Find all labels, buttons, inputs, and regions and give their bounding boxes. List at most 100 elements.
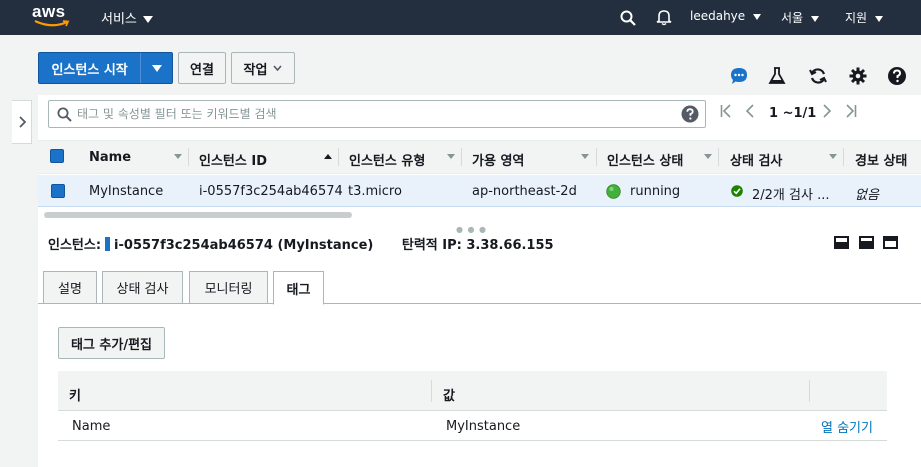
column-divider xyxy=(431,380,432,402)
chevron-down-icon xyxy=(142,16,153,23)
sort-ascending-icon[interactable] xyxy=(324,154,332,159)
sort-icon[interactable] xyxy=(447,154,455,159)
connect-label: 연결 xyxy=(190,62,214,78)
hide-column-link[interactable]: 열 숨기기 xyxy=(821,417,873,436)
tab-tags[interactable]: 태그 xyxy=(273,271,324,305)
connect-button[interactable]: 연결 xyxy=(178,52,226,84)
logo-smile-icon xyxy=(34,20,70,27)
select-all-checkbox[interactable] xyxy=(50,149,64,163)
actions-button[interactable]: 작업 xyxy=(231,52,295,84)
column-divider xyxy=(338,148,339,166)
chevron-down-icon xyxy=(753,13,762,20)
sort-icon[interactable] xyxy=(174,154,182,159)
chevron-down-icon xyxy=(151,64,162,72)
top-navbar: aws 서비스 leedahye 서울 지원 xyxy=(0,0,921,35)
feedback-chat-icon[interactable] xyxy=(729,66,749,86)
row-checkbox[interactable] xyxy=(51,184,65,198)
logo-text: aws xyxy=(32,2,66,21)
column-header-name[interactable]: Name xyxy=(89,150,131,165)
horizontal-scrollbar[interactable] xyxy=(44,212,352,218)
tags-table-header xyxy=(58,371,887,411)
column-divider xyxy=(809,380,810,402)
last-page-icon xyxy=(846,104,857,118)
chevron-down-icon xyxy=(875,15,884,22)
help-icon[interactable] xyxy=(887,66,907,86)
column-header-availability-zone[interactable]: 가용 영역 xyxy=(472,150,524,169)
add-edit-tags-button[interactable]: 태그 추가/편집 xyxy=(58,327,165,359)
search-icon[interactable] xyxy=(620,10,636,26)
layout-split-icon[interactable] xyxy=(859,236,874,249)
chevron-right-icon xyxy=(823,104,832,118)
tag-column-value: 값 xyxy=(443,389,455,404)
page-indicator: 1 ~1/1 xyxy=(769,106,817,121)
tab-status-checks[interactable]: 상태 검사 xyxy=(102,271,183,304)
chevron-down-icon xyxy=(811,15,820,22)
services-menu[interactable]: 서비스 xyxy=(101,8,153,27)
instance-label: 인스턴스: xyxy=(48,238,102,253)
bell-icon[interactable] xyxy=(655,8,673,26)
tag-column-key: 키 xyxy=(69,389,81,404)
search-icon xyxy=(57,107,72,122)
check-circle-icon xyxy=(731,185,743,197)
column-header-instance-state[interactable]: 인스턴스 상태 xyxy=(607,150,683,169)
first-page-button[interactable] xyxy=(720,104,732,122)
filter-input[interactable] xyxy=(77,105,677,123)
launch-dropdown-button[interactable] xyxy=(141,53,172,83)
last-page-button[interactable] xyxy=(845,104,857,122)
cell-status-check[interactable]: 2/2개 검사 ... xyxy=(752,184,829,203)
instance-value: i-0557f3c254ab46574 (MyInstance) xyxy=(114,238,374,253)
column-header-alarm-status[interactable]: 경보 상태 xyxy=(855,150,907,169)
side-panel-toggle[interactable] xyxy=(12,100,32,144)
sort-icon[interactable] xyxy=(704,154,712,159)
launch-instance-button[interactable]: 인스턴스 시작 xyxy=(38,52,173,84)
column-header-status-check[interactable]: 상태 검사 xyxy=(730,150,782,169)
support-menu[interactable]: 지원 xyxy=(845,9,884,26)
resize-handle[interactable]: ● ● ● xyxy=(456,225,487,234)
services-label: 서비스 xyxy=(101,12,137,27)
layout-bottom-icon[interactable] xyxy=(834,236,849,249)
filter-search-box[interactable] xyxy=(48,100,706,128)
cell-alarm-status: 없음 xyxy=(855,188,879,203)
region-menu[interactable]: 서울 xyxy=(781,9,820,26)
prev-page-button[interactable] xyxy=(745,104,755,122)
launch-instance-label[interactable]: 인스턴스 시작 xyxy=(39,53,142,83)
tag-value: MyInstance xyxy=(446,419,521,434)
column-header-instance-type[interactable]: 인스턴스 유형 xyxy=(349,150,425,169)
aws-logo[interactable]: aws xyxy=(32,2,72,32)
sort-icon[interactable] xyxy=(829,154,837,159)
chevron-left-icon xyxy=(745,104,754,118)
layout-full-icon[interactable] xyxy=(883,236,898,249)
user-menu[interactable]: leedahye xyxy=(690,9,762,23)
column-divider xyxy=(843,148,844,166)
eip-label: 탄력적 IP: xyxy=(401,238,462,253)
cell-availability-zone: ap-northeast-2d xyxy=(472,184,577,199)
chevron-right-icon xyxy=(18,116,26,128)
region-label: 서울 xyxy=(781,11,804,25)
tag-key: Name xyxy=(72,419,111,434)
first-page-icon xyxy=(720,104,731,118)
next-page-button[interactable] xyxy=(822,104,832,122)
flask-icon[interactable] xyxy=(767,66,787,86)
cell-name: MyInstance xyxy=(89,184,164,199)
settings-gear-icon[interactable] xyxy=(848,66,868,86)
sort-icon[interactable] xyxy=(581,154,589,159)
chevron-down-icon xyxy=(273,65,283,71)
eip-value: 3.38.66.155 xyxy=(466,238,554,253)
column-divider xyxy=(596,148,597,166)
cell-instance-type: t3.micro xyxy=(348,184,402,199)
detail-title: 인스턴스: i-0557f3c254ab46574 (MyInstance) 탄력… xyxy=(48,234,554,253)
column-divider xyxy=(461,148,462,166)
tab-description[interactable]: 설명 xyxy=(43,271,97,304)
cell-instance-id: i-0557f3c254ab46574 xyxy=(199,184,343,199)
tab-monitoring[interactable]: 모니터링 xyxy=(189,271,268,304)
instance-marker xyxy=(105,237,111,251)
refresh-icon[interactable] xyxy=(808,66,828,86)
column-header-instance-id[interactable]: 인스턴스 ID xyxy=(199,150,267,169)
actions-label: 작업 xyxy=(243,62,268,78)
help-icon[interactable] xyxy=(681,105,699,123)
running-status-icon xyxy=(606,184,621,199)
cell-instance-state: running xyxy=(630,184,681,199)
column-divider xyxy=(188,148,189,166)
user-label: leedahye xyxy=(690,9,746,23)
column-divider xyxy=(718,148,719,166)
